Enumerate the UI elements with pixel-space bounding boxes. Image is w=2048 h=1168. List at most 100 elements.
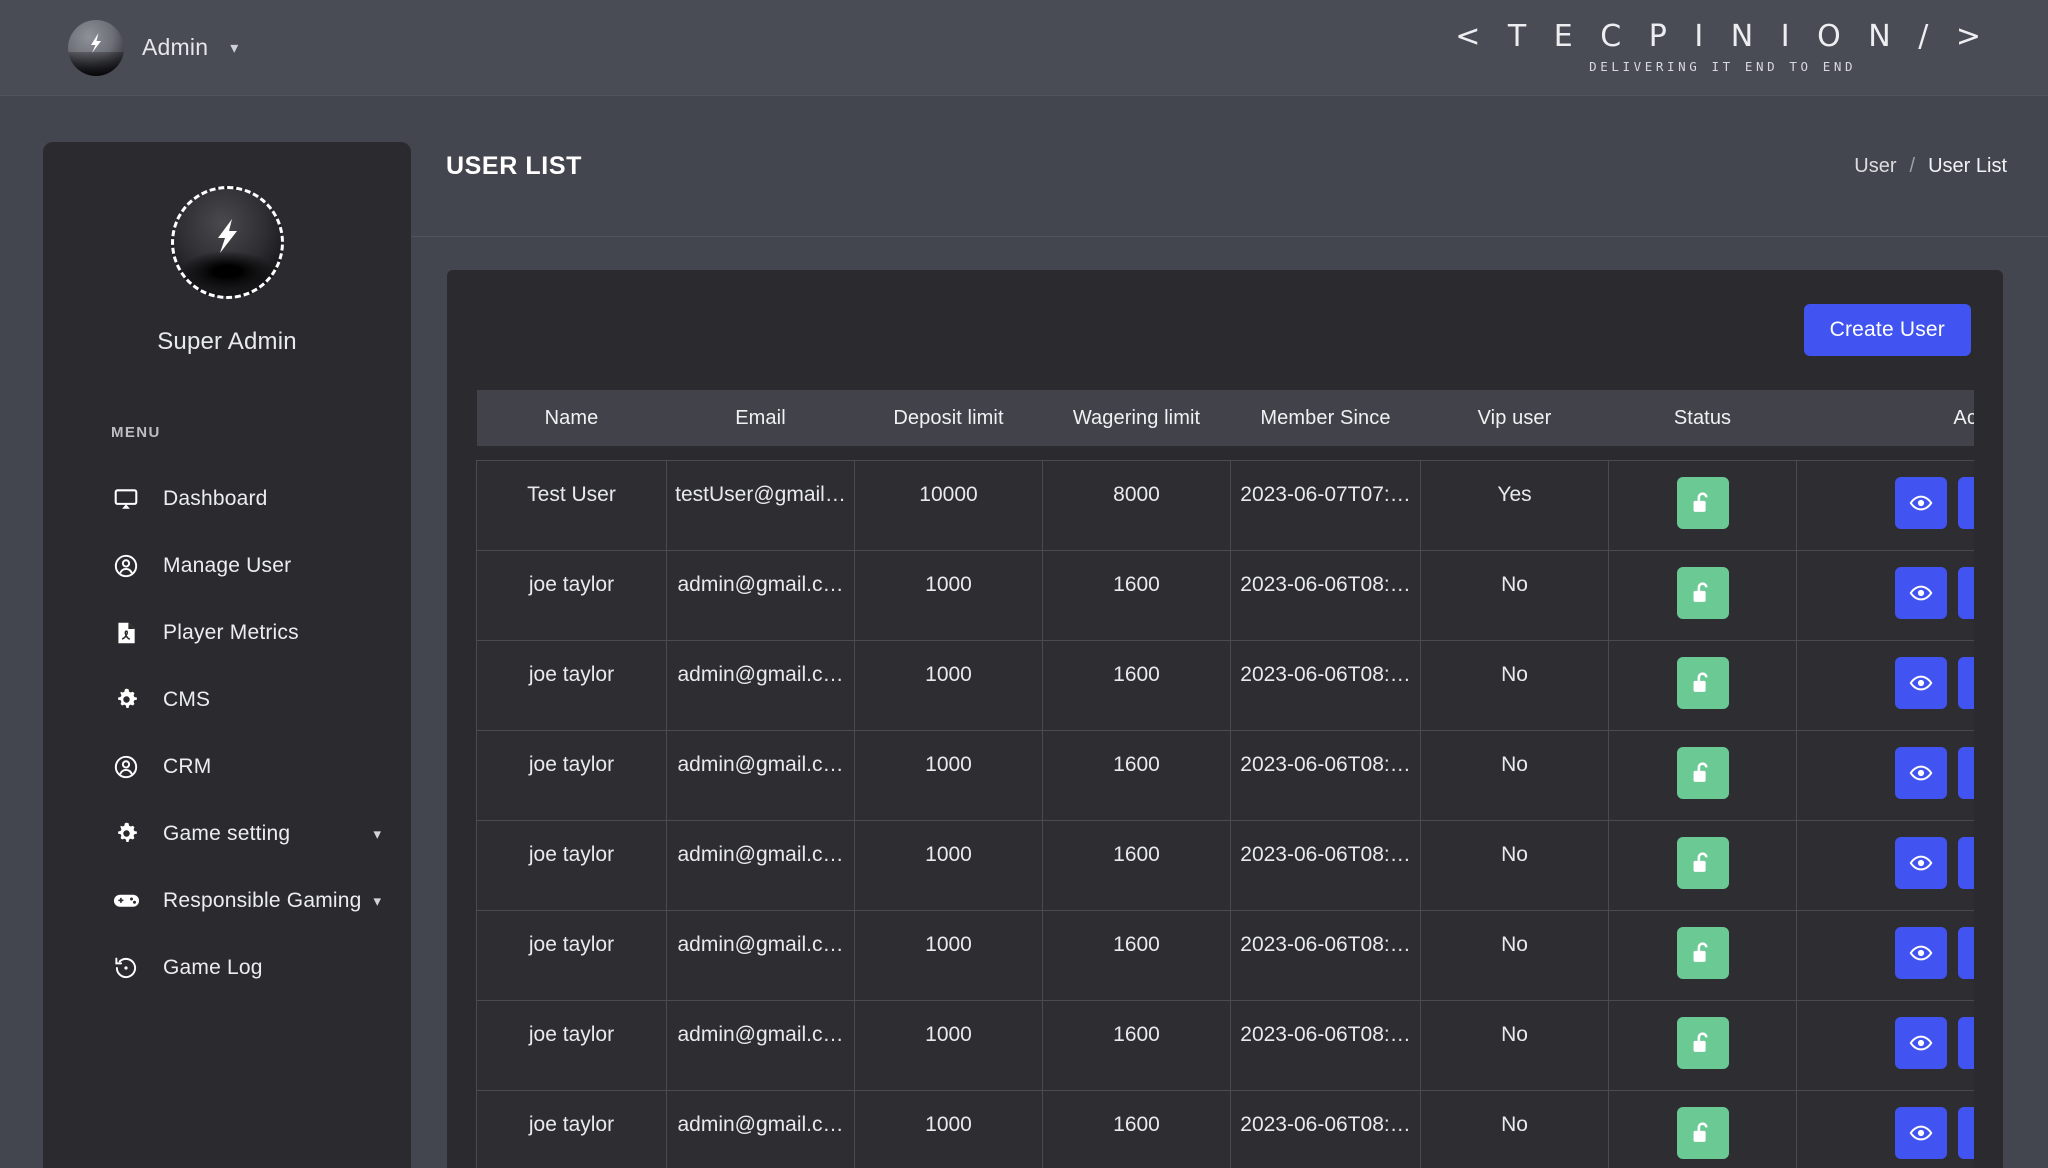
sidebar-item-game-log[interactable]: Game Log — [43, 934, 411, 1001]
user-circle-icon — [111, 752, 141, 782]
flame-logo-icon — [218, 218, 237, 253]
sidebar-item-label: Game setting — [163, 821, 291, 845]
cell-wagering-limit: 1600 — [1042, 639, 1231, 731]
sidebar-item-label: Responsible Gaming — [163, 888, 362, 912]
cell-deposit-limit: 1000 — [854, 1089, 1043, 1168]
table-row[interactable]: joe taylor admin@gmail.c… 1000 1600 2023-06-… — [476, 1089, 1974, 1168]
brand-tagline: DELIVERING IT END TO END — [1589, 58, 1857, 74]
main-content: USER LIST User / User List Create User N… — [411, 96, 2048, 1168]
sidebar-item-cms[interactable]: CMS — [43, 666, 411, 733]
chevron-down-icon[interactable]: ▾ — [230, 38, 238, 58]
cell-member-since: 2023-06-06T08:… — [1230, 549, 1421, 641]
eye-icon[interactable] — [1894, 1106, 1947, 1159]
cell-email: admin@gmail.c… — [666, 639, 855, 731]
sidebar-item-responsible-gaming[interactable]: Responsible Gaming ▾ — [43, 867, 411, 934]
eye-icon[interactable] — [1894, 476, 1947, 529]
table-row[interactable]: Test User testUser@gmail… 10000 8000 2023-06… — [476, 459, 1974, 551]
pencil-icon[interactable] — [1957, 1016, 1974, 1069]
cell-wagering-limit: 1600 — [1042, 909, 1231, 1001]
unlock-icon[interactable] — [1676, 1016, 1729, 1069]
account-menu[interactable]: Admin ▾ — [68, 19, 238, 76]
sidebar-item-dashboard[interactable]: Dashboard — [43, 465, 411, 532]
cell-vip-user: Yes — [1420, 459, 1609, 551]
cell-email: admin@gmail.c… — [666, 909, 855, 1001]
eye-icon[interactable] — [1894, 746, 1947, 799]
table-row[interactable]: joe taylor admin@gmail.c… 1000 1600 2023-06-… — [476, 999, 1974, 1091]
unlock-icon[interactable] — [1676, 926, 1729, 979]
chevron-down-icon[interactable]: ▾ — [373, 825, 381, 843]
table-row[interactable]: joe taylor admin@gmail.c… 1000 1600 2023-06-… — [476, 639, 1974, 731]
eye-icon[interactable] — [1894, 926, 1947, 979]
create-user-button[interactable]: Create User — [1803, 304, 1971, 356]
table-row[interactable]: joe taylor admin@gmail.c… 1000 1600 2023-06-… — [476, 549, 1974, 641]
unlock-icon[interactable] — [1676, 476, 1729, 529]
sidebar-item-label: Dashboard — [163, 486, 268, 510]
column-header-member-since: Member Since — [1230, 390, 1421, 446]
pencil-icon[interactable] — [1957, 476, 1974, 529]
cell-name: joe taylor — [476, 999, 667, 1091]
table-spacer-row — [476, 446, 1974, 460]
sidebar-item-game-setting[interactable]: Game setting ▾ — [43, 800, 411, 867]
breadcrumb-parent[interactable]: User — [1854, 155, 1896, 178]
action-button-group — [1798, 476, 1974, 529]
cell-vip-user: No — [1420, 639, 1609, 731]
eye-icon[interactable] — [1894, 836, 1947, 889]
page-header: USER LIST User / User List — [411, 96, 2048, 237]
sidebar-item-player-metrics[interactable]: Player Metrics — [43, 599, 411, 666]
sidebar-profile-name: Super Admin — [157, 328, 297, 355]
user-table-scroll[interactable]: Name Email Deposit limit Wagering limit … — [476, 390, 1974, 1168]
cell-vip-user: No — [1420, 909, 1609, 1001]
top-bar: Admin ▾ < T E C P I N I O N / > DELIVERI… — [0, 0, 2048, 96]
pencil-icon[interactable] — [1957, 566, 1974, 619]
cell-vip-user: No — [1420, 1089, 1609, 1168]
unlock-icon[interactable] — [1676, 746, 1729, 799]
unlock-icon[interactable] — [1676, 1106, 1729, 1159]
cell-status — [1608, 1089, 1797, 1168]
pencil-icon[interactable] — [1957, 926, 1974, 979]
column-header-status: Status — [1608, 390, 1797, 446]
cell-member-since: 2023-06-06T08:… — [1230, 999, 1421, 1091]
sidebar-menu: Dashboard Manage User Player Metrics CMS… — [43, 465, 411, 1001]
cell-status — [1608, 639, 1797, 731]
pencil-icon[interactable] — [1957, 656, 1974, 709]
cell-action — [1796, 729, 1974, 821]
sidebar-item-label: Game Log — [163, 955, 263, 979]
brand-logo: < T E C P I N I O N / > DELIVERING IT EN… — [1455, 21, 1990, 74]
breadcrumb: User / User List — [1854, 155, 2007, 178]
sidebar-logo-wrap — [43, 186, 411, 299]
action-button-group — [1798, 656, 1974, 709]
cell-action — [1796, 639, 1974, 731]
cell-action — [1796, 459, 1974, 551]
table-row[interactable]: joe taylor admin@gmail.c… 1000 1600 2023-06-… — [476, 909, 1974, 1001]
pencil-icon[interactable] — [1957, 836, 1974, 889]
pencil-icon[interactable] — [1957, 1106, 1974, 1159]
unlock-icon[interactable] — [1676, 836, 1729, 889]
eye-icon[interactable] — [1894, 1016, 1947, 1069]
eye-icon[interactable] — [1894, 566, 1947, 619]
table-row[interactable]: joe taylor admin@gmail.c… 1000 1600 2023-06-… — [476, 819, 1974, 911]
cell-deposit-limit: 10000 — [854, 459, 1043, 551]
unlock-icon[interactable] — [1676, 656, 1729, 709]
sidebar-item-crm[interactable]: CRM — [43, 733, 411, 800]
eye-icon[interactable] — [1894, 656, 1947, 709]
cell-member-since: 2023-06-06T08:… — [1230, 639, 1421, 731]
cell-status — [1608, 909, 1797, 1001]
cell-name: joe taylor — [476, 729, 667, 821]
table-row[interactable]: joe taylor admin@gmail.c… 1000 1600 2023-06-… — [476, 729, 1974, 821]
cell-email: admin@gmail.c… — [666, 999, 855, 1091]
sidebar-section-label: MENU — [111, 424, 161, 441]
sidebar-item-label: CMS — [163, 687, 211, 711]
chevron-down-icon[interactable]: ▾ — [373, 892, 381, 910]
cell-name: joe taylor — [476, 1089, 667, 1168]
unlock-icon[interactable] — [1676, 566, 1729, 619]
cell-deposit-limit: 1000 — [854, 999, 1043, 1091]
sidebar-item-manage-user[interactable]: Manage User — [43, 532, 411, 599]
breadcrumb-current: User List — [1928, 154, 2007, 177]
cell-status — [1608, 549, 1797, 641]
cell-email: admin@gmail.c… — [666, 819, 855, 911]
cell-member-since: 2023-06-07T07:… — [1230, 459, 1421, 551]
pencil-icon[interactable] — [1957, 746, 1974, 799]
gear-icon — [111, 685, 141, 715]
cell-vip-user: No — [1420, 819, 1609, 911]
breadcrumb-separator: / — [1909, 154, 1916, 177]
